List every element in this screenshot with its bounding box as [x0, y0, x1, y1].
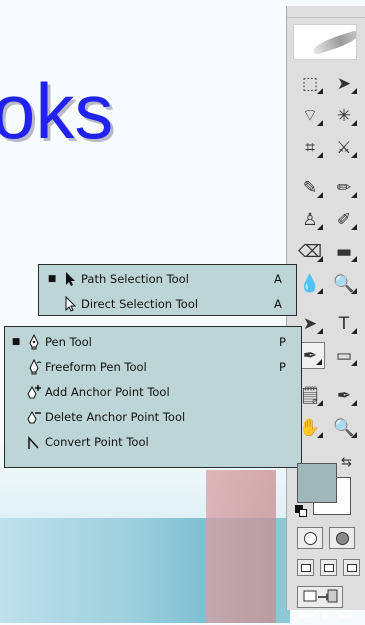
shape-tool-button[interactable]: ▭ [329, 342, 359, 369]
menu-item-label: Convert Point Tool [45, 434, 149, 449]
zoom-icon: 🔍 [333, 417, 355, 438]
full-screen-menu-button[interactable] [320, 559, 337, 576]
menu-item-shortcut: P [279, 334, 286, 349]
menu-item-convert-point-tool[interactable]: Convert Point Tool [5, 429, 301, 454]
slide-headline: oks [0, 72, 290, 150]
menu-item-shortcut: A [274, 271, 282, 286]
type-icon: T [338, 313, 350, 334]
magic-wand-tool-button[interactable]: ✳ [329, 102, 359, 129]
toolbox-separator [295, 166, 359, 169]
menu-item-label: Delete Anchor Point Tool [45, 409, 186, 424]
menu-item-label: Freeform Pen Tool [45, 359, 147, 374]
zoom-tool-button[interactable]: 🔍 [329, 414, 359, 441]
full-screen-icon [346, 563, 357, 572]
toolbox-separator [295, 302, 359, 305]
toolbox-separator [295, 374, 359, 377]
add-anchor-point-icon [23, 381, 45, 403]
color-swatches: ⇆ [295, 455, 357, 517]
jump-to-imageready-button[interactable] [297, 586, 343, 608]
dodge-tool-button[interactable]: 🔍 [329, 270, 359, 297]
screen-mode-buttons [297, 559, 365, 576]
menu-item-label: Direct Selection Tool [81, 296, 199, 311]
crop-icon: ⌗ [305, 137, 315, 158]
clone-stamp-tool-button[interactable]: ♙ [295, 206, 325, 233]
slice-icon: ⚔ [336, 137, 352, 158]
quick-mask-icon [335, 531, 349, 545]
brush-tool-button[interactable]: ✏ [329, 174, 359, 201]
lasso-tool-button[interactable]: ⌔ [295, 102, 325, 129]
background-bar [206, 470, 276, 623]
brush-icon: ✏ [336, 177, 352, 198]
delete-anchor-point-icon [23, 406, 45, 428]
foreground-color-swatch[interactable] [297, 463, 337, 503]
pen-tool-flyout-menu: ■ Pen Tool P Freeform Pen Tool P Add Anc… [4, 326, 302, 468]
marquee-tool-button[interactable]: ⬚ [295, 70, 325, 97]
direct-selection-icon [59, 293, 81, 315]
menu-item-shortcut: P [279, 359, 286, 374]
hand-icon: ✋ [299, 417, 321, 438]
tool-grid: ⬚ ➤ ⌔ ✳ ⌗ ⚔ ✎ ✏ ♙ ✐ ⌫ ▬ 💧 🔍 ➤ T ✒ ▭ 🗒 ✒ … [295, 70, 359, 441]
menu-item-label: Pen Tool [45, 334, 92, 349]
eraser-tool-button[interactable]: ⌫ [295, 238, 325, 265]
toolbox-grip[interactable] [287, 6, 365, 18]
type-tool-button[interactable]: T [329, 310, 359, 337]
selected-marker-icon: ■ [11, 336, 21, 347]
move-icon: ➤ [336, 73, 352, 94]
history-brush-tool-button[interactable]: ✐ [329, 206, 359, 233]
standard-screen-icon [300, 563, 311, 572]
menu-item-pen-tool[interactable]: ■ Pen Tool P [5, 329, 301, 354]
selected-marker-icon: ■ [47, 273, 57, 284]
menu-item-add-anchor-point-tool[interactable]: Add Anchor Point Tool [5, 379, 301, 404]
slice-tool-button[interactable]: ⚔ [329, 134, 359, 161]
menu-item-freeform-pen-tool[interactable]: Freeform Pen Tool P [5, 354, 301, 379]
swap-colors-icon[interactable]: ⇆ [341, 455, 352, 470]
blur-tool-button[interactable]: 💧 [295, 270, 325, 297]
feather-logo[interactable] [293, 24, 357, 60]
photoshop-toolbox: ⬚ ➤ ⌔ ✳ ⌗ ⚔ ✎ ✏ ♙ ✐ ⌫ ▬ 💧 🔍 ➤ T ✒ ▭ 🗒 ✒ … [286, 6, 365, 610]
menu-item-direct-selection-tool[interactable]: Direct Selection Tool A [39, 291, 296, 316]
clone-stamp-icon: ♙ [302, 209, 318, 230]
marquee-icon: ⬚ [301, 73, 319, 94]
eyedropper-icon: ✒ [336, 385, 352, 406]
dodge-icon: 🔍 [333, 273, 355, 294]
menu-item-path-selection-tool[interactable]: ■ Path Selection Tool A [39, 266, 296, 291]
standard-mode-icon [303, 531, 317, 545]
eraser-icon: ⌫ [297, 241, 323, 262]
full-screen-menu-icon [323, 563, 334, 572]
lasso-icon: ⌔ [302, 106, 318, 126]
healing-brush-tool-button[interactable]: ✎ [295, 174, 325, 201]
history-brush-icon: ✐ [336, 209, 352, 230]
convert-point-icon [23, 431, 45, 453]
menu-item-label: Add Anchor Point Tool [45, 384, 170, 399]
blur-icon: 💧 [299, 273, 321, 294]
mask-mode-buttons [297, 527, 365, 549]
pen-icon [23, 331, 45, 353]
healing-brush-icon: ✎ [302, 177, 318, 198]
menu-item-label: Path Selection Tool [81, 271, 189, 286]
gradient-icon: ▬ [335, 241, 353, 262]
pen-icon: ✒ [302, 345, 318, 366]
path-selection-icon [59, 268, 81, 290]
quick-mask-button[interactable] [329, 527, 355, 549]
default-colors-icon[interactable] [295, 505, 307, 517]
headline-text: oks [0, 67, 114, 155]
jump-to-buttons [297, 586, 365, 608]
path-selection-flyout-menu: ■ Path Selection Tool A Direct Selection… [38, 264, 297, 316]
rectangle-icon: ▭ [335, 345, 353, 366]
magic-wand-icon: ✳ [336, 105, 352, 126]
move-tool-button[interactable]: ➤ [329, 70, 359, 97]
notes-icon: 🗒 [299, 385, 321, 406]
path-selection-icon: ➤ [302, 313, 318, 334]
menu-item-delete-anchor-point-tool[interactable]: Delete Anchor Point Tool [5, 404, 301, 429]
freeform-pen-icon [23, 356, 45, 378]
eyedropper-tool-button[interactable]: ✒ [329, 382, 359, 409]
crop-tool-button[interactable]: ⌗ [295, 134, 325, 161]
gradient-tool-button[interactable]: ▬ [329, 238, 359, 265]
menu-item-shortcut: A [274, 296, 282, 311]
full-screen-button[interactable] [343, 559, 360, 576]
standard-screen-button[interactable] [297, 559, 314, 576]
feather-icon [311, 29, 356, 56]
jump-to-imageready-icon [303, 589, 338, 603]
standard-mode-button[interactable] [297, 527, 323, 549]
